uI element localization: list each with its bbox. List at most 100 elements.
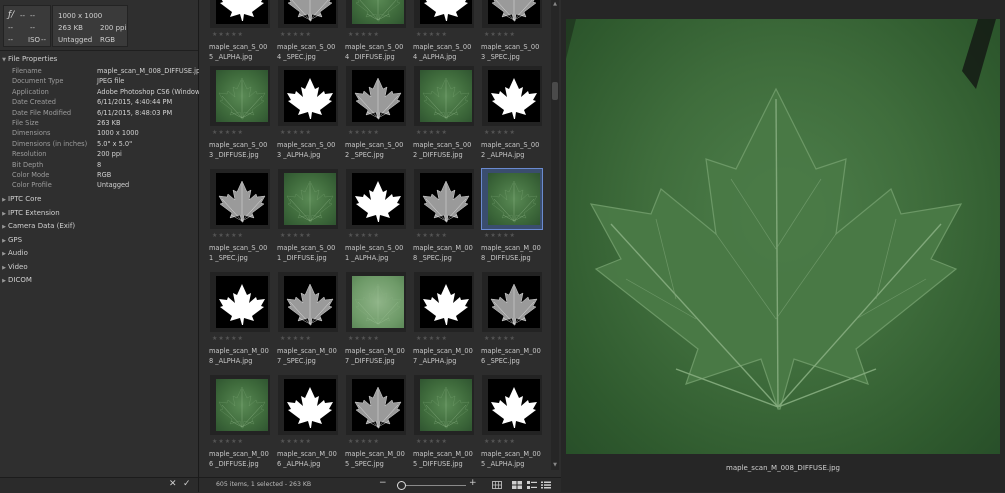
diffuse-map-image — [218, 77, 266, 120]
property-row: Date File Modified 6/11/2015, 8:48:03 PM — [0, 108, 198, 118]
scroll-up-icon[interactable]: ▲ — [551, 1, 559, 9]
thumbnail-frame — [210, 375, 270, 435]
thumbnail-filename: maple_scan_S_003 _SPEC.jpg — [481, 43, 540, 61]
thumbnail-item[interactable]: ★★★★★ maple_scan_S_001 _DIFFUSE.jpg — [276, 169, 344, 271]
thumbnail-image — [352, 379, 404, 431]
zoom-out-button[interactable]: − — [379, 478, 387, 488]
thumbnail-view-icon[interactable] — [512, 481, 522, 489]
thumbnail-item[interactable]: ★★★★★ maple_scan_S_005 _ALPHA.jpg — [208, 0, 276, 70]
section-video[interactable]: ▶ Video — [0, 261, 198, 273]
thumbnail-item[interactable]: ★★★★★ maple_scan_M_007 _DIFFUSE.jpg — [344, 272, 412, 374]
section-gps[interactable]: ▶ GPS — [0, 234, 198, 246]
thumbnail-item[interactable]: ★★★★★ maple_scan_S_004 _ALPHA.jpg — [412, 0, 480, 70]
thumbnail-item[interactable]: ★★★★★ maple_scan_S_001 _ALPHA.jpg — [344, 169, 412, 271]
rating-stars[interactable]: ★★★★★ — [416, 232, 448, 239]
thumbnail-item[interactable]: ★★★★★ maple_scan_S_003 _SPEC.jpg — [480, 0, 548, 70]
property-row: Dimensions (in inches) 5.0" x 5.0" — [0, 139, 198, 149]
diffuse-map-image — [422, 77, 470, 120]
thumbnail-item[interactable]: ★★★★★ maple_scan_M_005 _SPEC.jpg — [344, 375, 412, 470]
thumbnail-image — [352, 276, 404, 328]
section-iptc-core[interactable]: ▶ IPTC Core — [0, 193, 198, 205]
rating-stars[interactable]: ★★★★★ — [484, 438, 516, 445]
rating-stars[interactable]: ★★★★★ — [416, 129, 448, 136]
rating-stars[interactable]: ★★★★★ — [416, 438, 448, 445]
zoom-slider-track[interactable] — [397, 485, 466, 486]
thumbnail-frame — [414, 375, 474, 435]
metering-value: -- — [8, 36, 14, 44]
thumbnail-item[interactable]: ★★★★★ maple_scan_S_004 _DIFFUSE.jpg — [344, 0, 412, 70]
vertical-scrollbar[interactable] — [551, 0, 559, 470]
diffuse-map-image — [355, 0, 401, 22]
rating-stars[interactable]: ★★★★★ — [280, 335, 312, 342]
property-value: RGB — [97, 171, 112, 179]
thumbnail-item[interactable]: ★★★★★ maple_scan_S_004 _SPEC.jpg — [276, 0, 344, 70]
rating-stars[interactable]: ★★★★★ — [212, 31, 244, 38]
checkmark-icon[interactable]: ✓ — [183, 479, 191, 489]
property-value: 5.0" x 5.0" — [97, 139, 133, 148]
summary-resolution: 200 ppi — [100, 24, 127, 32]
thumbnail-item[interactable]: ★★★★★ maple_scan_M_007 _SPEC.jpg — [276, 272, 344, 374]
scroll-down-icon[interactable]: ▼ — [551, 462, 559, 470]
rating-stars[interactable]: ★★★★★ — [280, 31, 312, 38]
spec-map-image — [354, 386, 402, 429]
thumbnail-item[interactable]: ★★★★★ maple_scan_S_002 _SPEC.jpg — [344, 66, 412, 168]
preview-image[interactable] — [566, 19, 1000, 454]
rating-stars[interactable]: ★★★★★ — [416, 335, 448, 342]
rating-stars[interactable]: ★★★★★ — [348, 129, 380, 136]
details-view-icon[interactable] — [527, 481, 537, 489]
section-label: Camera Data (Exif) — [8, 222, 76, 230]
property-label: Bit Depth — [12, 160, 44, 169]
close-icon[interactable]: ✕ — [169, 479, 177, 489]
thumbnail-frame — [414, 272, 474, 332]
thumbnail-item[interactable]: ★★★★★ maple_scan_S_001 _SPEC.jpg — [208, 169, 276, 271]
zoom-in-button[interactable]: + — [469, 478, 477, 488]
rating-stars[interactable]: ★★★★★ — [484, 335, 516, 342]
thumbnail-frame — [278, 0, 338, 28]
thumbnail-filename: maple_scan_M_007 _SPEC.jpg — [277, 347, 337, 365]
rating-stars[interactable]: ★★★★★ — [348, 438, 380, 445]
rating-stars[interactable]: ★★★★★ — [484, 31, 516, 38]
rating-stars[interactable]: ★★★★★ — [212, 335, 244, 342]
scrollbar-thumb[interactable] — [552, 82, 558, 100]
rating-stars[interactable]: ★★★★★ — [280, 232, 312, 239]
section-dicom[interactable]: ▶ DICOM — [0, 274, 198, 286]
alpha-map-image — [287, 387, 333, 428]
rating-stars[interactable]: ★★★★★ — [416, 31, 448, 38]
rating-stars[interactable]: ★★★★★ — [348, 335, 380, 342]
rating-stars[interactable]: ★★★★★ — [484, 232, 516, 239]
section-iptc-extension[interactable]: ▶ IPTC Extension — [0, 207, 198, 219]
thumbnail-item[interactable]: ★★★★★ maple_scan_S_002 _DIFFUSE.jpg — [412, 66, 480, 168]
section-file-properties[interactable]: ▼ File Properties — [0, 53, 198, 65]
thumbnail-item[interactable]: ★★★★★ maple_scan_M_005 _DIFFUSE.jpg — [412, 375, 480, 470]
thumbnail-frame — [346, 66, 406, 126]
rating-stars[interactable]: ★★★★★ — [280, 438, 312, 445]
summary-size: 263 KB — [58, 24, 83, 32]
alpha-map-image — [220, 0, 264, 21]
thumbnail-image — [420, 70, 472, 122]
rating-stars[interactable]: ★★★★★ — [280, 129, 312, 136]
thumbnail-item[interactable]: ★★★★★ maple_scan_S_002 _ALPHA.jpg — [480, 66, 548, 168]
alpha-map-image — [423, 284, 469, 325]
rating-stars[interactable]: ★★★★★ — [484, 129, 516, 136]
thumbnail-item[interactable]: ★★★★★ maple_scan_M_006 _DIFFUSE.jpg — [208, 375, 276, 470]
rating-stars[interactable]: ★★★★★ — [348, 232, 380, 239]
thumbnail-item[interactable]: ★★★★★ maple_scan_S_003 _ALPHA.jpg — [276, 66, 344, 168]
diffuse-map-image — [218, 386, 266, 429]
thumbnail-item[interactable]: ★★★★★ maple_scan_M_008 _DIFFUSE.jpg — [480, 168, 548, 271]
grid-view-icon[interactable] — [492, 481, 502, 489]
thumbnail-item[interactable]: ★★★★★ maple_scan_M_006 _SPEC.jpg — [480, 272, 548, 374]
thumbnail-item[interactable]: ★★★★★ maple_scan_M_008 _SPEC.jpg — [412, 169, 480, 271]
thumbnail-item[interactable]: ★★★★★ maple_scan_M_005 _ALPHA.jpg — [480, 375, 548, 470]
thumbnail-item[interactable]: ★★★★★ maple_scan_M_006 _ALPHA.jpg — [276, 375, 344, 470]
section-audio[interactable]: ▶ Audio — [0, 247, 198, 259]
rating-stars[interactable]: ★★★★★ — [348, 31, 380, 38]
thumbnail-item[interactable]: ★★★★★ maple_scan_S_003 _DIFFUSE.jpg — [208, 66, 276, 168]
list-view-icon[interactable] — [541, 481, 551, 489]
thumbnail-item[interactable]: ★★★★★ maple_scan_M_007 _ALPHA.jpg — [412, 272, 480, 374]
thumbnail-item[interactable]: ★★★★★ maple_scan_M_008 _ALPHA.jpg — [208, 272, 276, 374]
rating-stars[interactable]: ★★★★★ — [212, 129, 244, 136]
rating-stars[interactable]: ★★★★★ — [212, 232, 244, 239]
section-camera-data[interactable]: ▶ Camera Data (Exif) — [0, 220, 198, 232]
thumbnail-filename: maple_scan_M_008 _DIFFUSE.jpg — [481, 244, 541, 262]
rating-stars[interactable]: ★★★★★ — [212, 438, 244, 445]
